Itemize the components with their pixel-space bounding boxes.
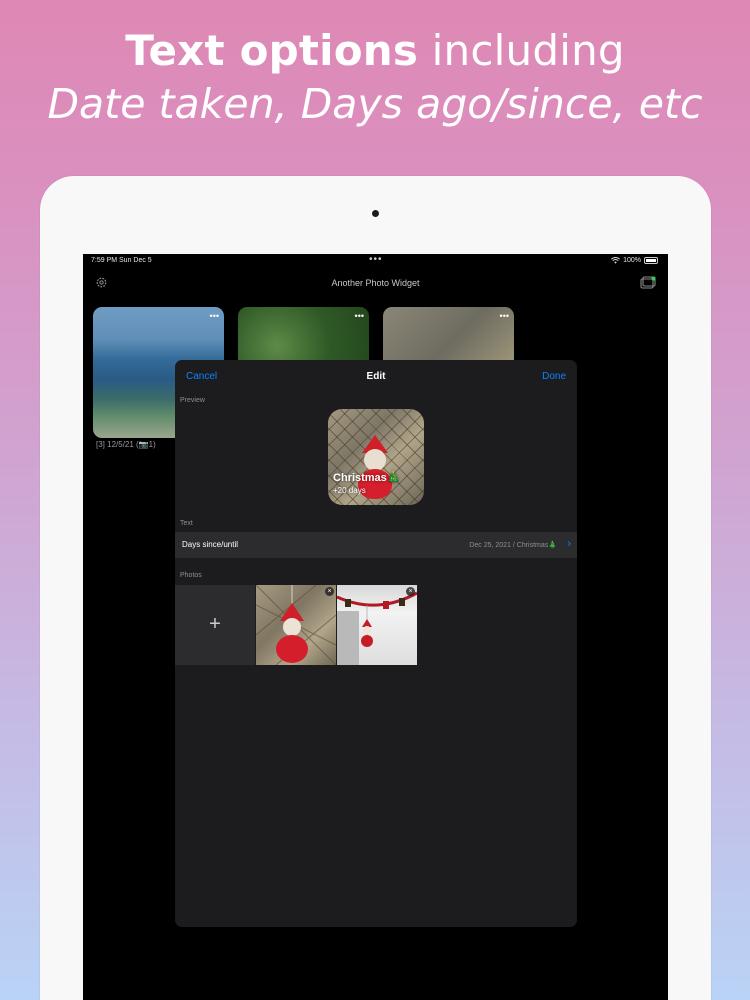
wifi-icon <box>611 257 621 264</box>
battery-icon <box>644 257 658 264</box>
text-section-label: Text <box>180 520 193 527</box>
modal-header: Cancel Edit Done <box>175 360 577 392</box>
widget-preview: Christmas🎄 +20 days <box>328 409 424 505</box>
modal-title: Edit <box>366 371 386 382</box>
status-time: 7:59 PM Sun Dec 5 <box>91 257 152 264</box>
promo-line-2-comma: , <box>274 80 301 129</box>
more-icon[interactable]: ••• <box>500 311 509 321</box>
device-screen: 7:59 PM Sun Dec 5 ••• 100% Another Photo… <box>83 254 668 1000</box>
done-button[interactable]: Done <box>542 371 566 382</box>
app-title: Another Photo Widget <box>331 278 420 288</box>
status-bar: 7:59 PM Sun Dec 5 ••• 100% <box>83 254 668 268</box>
multitasking-dots[interactable]: ••• <box>369 254 383 265</box>
ornament-head <box>364 449 386 471</box>
more-icon[interactable]: ••• <box>210 311 219 321</box>
promo-headline: Text options including Date taken, Days … <box>0 26 750 130</box>
photo-tile[interactable]: × <box>337 585 417 665</box>
status-right: 100% <box>611 257 658 264</box>
promo-line-1: Text options including <box>0 26 750 76</box>
camera-dot <box>372 210 379 217</box>
garland-photo <box>337 591 417 665</box>
gallery-icon[interactable] <box>640 276 656 289</box>
promo-line-1-bold: Text options <box>125 26 419 75</box>
remove-photo-icon[interactable]: × <box>325 587 334 596</box>
text-option-row[interactable]: Days since/until Dec 25, 2021 / Christma… <box>175 532 577 558</box>
preview-subtitle: +20 days <box>333 486 366 495</box>
text-option-value: Dec 25, 2021 / Christmas🎄 <box>469 542 557 549</box>
chevron-right-icon: › <box>567 538 571 550</box>
battery-percent: 100% <box>623 257 641 264</box>
photos-section-label: Photos <box>180 572 202 579</box>
promo-line-2-date-taken: Date taken <box>47 80 275 129</box>
preview-title: Christmas🎄 <box>333 472 401 484</box>
photos-row: + × × <box>175 585 577 665</box>
text-option-label: Days since/until <box>182 540 239 549</box>
promo-line-2-etc: , etc <box>612 80 703 129</box>
preview-section-label: Preview <box>180 397 205 404</box>
ornament-photo <box>256 585 336 665</box>
promo-line-2-days-ago: Days ago/since <box>300 80 613 129</box>
add-photo-button[interactable]: + <box>175 585 255 665</box>
edit-modal: Cancel Edit Done Preview Christmas🎄 +20 … <box>175 360 577 927</box>
more-icon[interactable]: ••• <box>355 311 364 321</box>
promo-line-2: Date taken, Days ago/since, etc <box>0 80 750 129</box>
remove-photo-icon[interactable]: × <box>406 587 415 596</box>
thumbnail-caption: [3] 12/5/21 (📷1) <box>96 440 156 449</box>
photo-tile[interactable]: × <box>256 585 336 665</box>
preview-text: Christmas🎄 +20 days <box>333 471 401 495</box>
promo-line-1-rest: including <box>418 26 625 75</box>
